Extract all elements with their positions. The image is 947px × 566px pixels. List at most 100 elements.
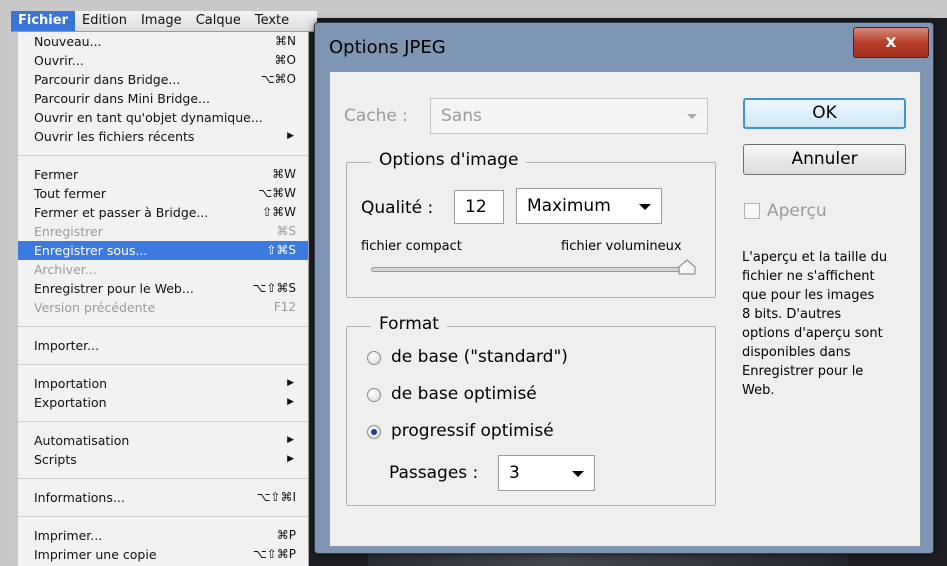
menu-item[interactable]: Tout fermer ⌥⌘W [18, 184, 308, 203]
submenu-arrow-icon: ▶ [287, 397, 294, 407]
menu-edition[interactable]: Edition [75, 11, 134, 31]
menu-item-label: Fermer [34, 167, 79, 182]
menu-item-shortcut: ⌘S [276, 224, 296, 238]
menu-item-label: Exportation [34, 395, 107, 410]
menu-item-label: Scripts [34, 452, 77, 467]
chevron-down-icon [687, 114, 697, 119]
menu-separator [18, 421, 308, 422]
quality-label: Qualité : [361, 198, 434, 218]
menu-separator [18, 155, 308, 156]
radio-format-progressive[interactable] [367, 425, 381, 439]
dialog-content: Cache : Sans Options d'image Qualité : 1… [329, 71, 921, 547]
menu-item-shortcut: ⇧⌘S [266, 243, 296, 257]
menu-item-shortcut: ⌘N [275, 34, 296, 48]
menu-item[interactable]: Ouvrir les fichiers récents ▶ [18, 127, 308, 146]
menu-separator [18, 326, 308, 327]
menu-item[interactable]: Automatisation ▶ [18, 431, 308, 450]
menu-item[interactable]: Parcourir dans Mini Bridge... [18, 89, 308, 108]
image-options-legend: Options d'image [371, 150, 527, 170]
menu-item[interactable]: Enregistrer pour le Web... ⌥⇧⌘S [18, 279, 308, 298]
menu-item[interactable]: Ouvrir en tant qu'objet dynamique... [18, 108, 308, 127]
menu-item[interactable]: Imprimer une copie ⌥⇧⌘P [18, 545, 308, 564]
menu-item[interactable]: Ouvrir... ⌘O [18, 51, 308, 70]
menu-item-label: Enregistrer [34, 224, 103, 239]
menu-item[interactable]: Importation ▶ [18, 374, 308, 393]
menu-item: Archiver... [18, 260, 308, 279]
radio-format-baseline[interactable] [367, 351, 381, 365]
menu-bar: Fichier Edition Image Calque Texte [11, 11, 317, 32]
menu-item-shortcut: ⌘O [274, 53, 296, 67]
menu-separator [18, 364, 308, 365]
ok-button[interactable]: OK [743, 98, 906, 129]
menu-item[interactable]: Parcourir dans Bridge... ⌥⌘O [18, 70, 308, 89]
menu-item[interactable]: Fermer ⌘W [18, 165, 308, 184]
menu-item[interactable]: Enregistrer sous... ⇧⌘S [18, 241, 308, 260]
menu-item: Version précédente F12 [18, 298, 308, 317]
menu-separator [18, 516, 308, 517]
menu-item-label: Version précédente [34, 300, 156, 315]
menu-item-label: Parcourir dans Bridge... [34, 72, 181, 87]
menu-item-label: Automatisation [34, 433, 130, 448]
slider-min-label: fichier compact [361, 239, 462, 254]
submenu-arrow-icon: ▶ [287, 131, 294, 141]
menu-item[interactable]: Fermer et passer à Bridge... ⇧⌘W [18, 203, 308, 222]
preview-label[interactable]: Aperçu [767, 201, 827, 221]
menu-item-label: Ouvrir les fichiers récents [34, 129, 195, 144]
submenu-arrow-icon: ▶ [287, 378, 294, 388]
radio-format-baseline-label[interactable]: de base ("standard") [391, 347, 568, 367]
menu-item-shortcut: ⌥⌘W [258, 186, 296, 200]
menu-item-label: Importer... [34, 338, 100, 353]
menu-texte[interactable]: Texte [248, 11, 296, 31]
quality-preset-select[interactable]: Maximum [516, 188, 662, 224]
quality-input-value: 12 [465, 197, 487, 217]
slider-max-label: fichier volumineux [561, 239, 682, 254]
passes-select[interactable]: 3 [498, 455, 595, 491]
chevron-down-icon [639, 204, 651, 210]
cache-label: Cache : [344, 106, 408, 126]
menu-item[interactable]: Scripts ▶ [18, 450, 308, 469]
menu-item[interactable]: Importer... [18, 336, 308, 355]
menu-item-shortcut: ⌥⇧⌘P [252, 547, 296, 561]
menu-item[interactable]: Informations... ⌥⇧⌘I [18, 488, 308, 507]
menu-item-label: Tout fermer [34, 186, 106, 201]
slider-thumb-icon[interactable] [677, 259, 697, 275]
passes-label: Passages : [389, 463, 479, 483]
close-icon: x [885, 32, 897, 52]
menu-separator [18, 478, 308, 479]
menu-item-label: Imprimer une copie [34, 547, 157, 562]
menu-item[interactable]: Imprimer... ⌘P [18, 526, 308, 545]
menu-calque[interactable]: Calque [189, 11, 248, 31]
menu-item[interactable]: Nouveau... ⌘N [18, 32, 308, 51]
menu-item-label: Archiver... [34, 262, 97, 277]
menu-item-shortcut: ⌥⌘O [260, 72, 296, 86]
quality-preset-value: Maximum [527, 196, 611, 216]
radio-format-progressive-label[interactable]: progressif optimisé [391, 421, 554, 441]
menu-item-label: Informations... [34, 490, 125, 505]
menu-image[interactable]: Image [134, 11, 189, 31]
cancel-button[interactable]: Annuler [743, 144, 906, 175]
menu-item-shortcut: ⌥⇧⌘I [256, 490, 296, 504]
submenu-arrow-icon: ▶ [287, 454, 294, 464]
preview-checkbox[interactable] [744, 203, 760, 219]
format-legend: Format [371, 314, 447, 334]
format-group: Format de base ("standard") de base opti… [346, 314, 716, 506]
menu-item[interactable]: Exportation ▶ [18, 393, 308, 412]
menu-fichier[interactable]: Fichier [11, 11, 75, 31]
menu-item-shortcut: ⌥⇧⌘S [252, 281, 297, 295]
radio-format-optimized[interactable] [367, 388, 381, 402]
jpeg-options-dialog: Options JPEG x Cache : Sans Options d'im… [314, 22, 934, 554]
close-button[interactable]: x [853, 27, 929, 58]
menu-item-label: Importation [34, 376, 108, 391]
menu-item-label: Fermer et passer à Bridge... [34, 205, 209, 220]
image-options-group: Options d'image Qualité : 12 Maximum fic… [346, 150, 716, 298]
menu-item-shortcut: ⌘P [276, 528, 296, 542]
radio-format-optimized-label[interactable]: de base optimisé [391, 384, 537, 404]
cache-select[interactable]: Sans [430, 98, 708, 134]
quality-slider-track[interactable] [371, 267, 689, 272]
dialog-titlebar[interactable]: Options JPEG x [315, 23, 933, 67]
submenu-arrow-icon: ▶ [287, 435, 294, 445]
menu-item-label: Enregistrer sous... [34, 243, 148, 258]
preview-info-text: L'aperçu et la taille du fichier ne s'af… [742, 250, 888, 398]
menu-item-shortcut: ⇧⌘W [262, 205, 296, 219]
quality-input[interactable]: 12 [454, 190, 504, 224]
